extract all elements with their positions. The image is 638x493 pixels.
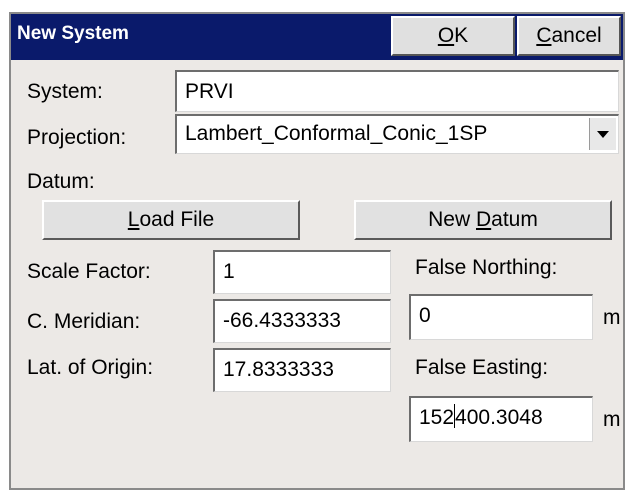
false-easting-text-after-caret: 400.3048 <box>455 406 543 429</box>
load-file-mnemonic: L <box>127 208 140 231</box>
cancel-label-rest: ancel <box>551 24 602 47</box>
ok-mnemonic: O <box>437 24 455 47</box>
false-easting-label: False Easting: <box>415 356 549 379</box>
projection-select[interactable]: Lambert_Conformal_Conic_1SP <box>175 114 619 154</box>
scale-factor-input[interactable]: 1 <box>213 250 391 294</box>
cancel-mnemonic: C <box>536 24 552 47</box>
projection-selected-value: Lambert_Conformal_Conic_1SP <box>185 122 488 145</box>
central-meridian-input[interactable]: -66.4333333 <box>213 299 391 343</box>
new-datum-label-prefix: New <box>428 208 476 231</box>
false-northing-unit: m <box>603 306 621 329</box>
projection-label: Projection: <box>27 126 127 149</box>
title-bar: New System OK Cancel <box>11 14 623 60</box>
false-easting-text-before-caret: 152 <box>419 406 455 429</box>
chevron-down-icon <box>597 130 609 138</box>
false-easting-input[interactable]: 152400.3048 <box>409 396 593 442</box>
projection-dropdown-button[interactable] <box>589 118 616 150</box>
load-file-button[interactable]: Load File <box>42 200 300 240</box>
false-northing-label: False Northing: <box>415 256 558 279</box>
latitude-of-origin-label: Lat. of Origin: <box>27 356 154 379</box>
new-system-dialog: New System OK Cancel System: PRVI Projec… <box>9 12 625 490</box>
ok-button[interactable]: OK <box>391 16 515 56</box>
datum-label: Datum: <box>27 170 95 193</box>
false-northing-input[interactable]: 0 <box>409 294 593 340</box>
central-meridian-label: C. Meridian: <box>27 310 141 333</box>
latitude-of-origin-input[interactable]: 17.8333333 <box>213 348 391 392</box>
false-easting-unit: m <box>603 408 621 431</box>
new-datum-label-rest: atum <box>491 208 538 231</box>
new-datum-button[interactable]: New Datum <box>354 200 612 240</box>
system-label: System: <box>27 80 103 103</box>
new-datum-mnemonic: D <box>476 208 492 231</box>
system-name-input[interactable]: PRVI <box>175 70 619 112</box>
cancel-button[interactable]: Cancel <box>517 16 621 56</box>
window-title: New System <box>17 23 129 44</box>
ok-label-rest: K <box>454 24 469 47</box>
load-file-label-rest: oad File <box>139 208 215 231</box>
scale-factor-label: Scale Factor: <box>27 260 151 283</box>
